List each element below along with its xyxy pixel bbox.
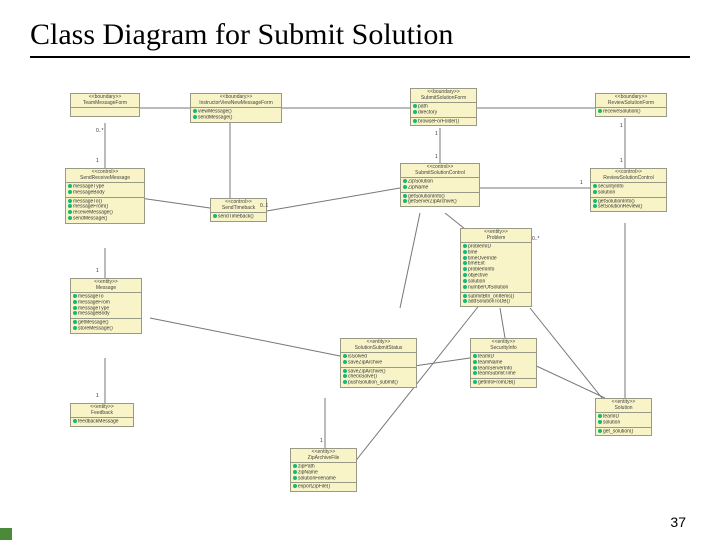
diagram-canvas: <<boundary>>TeamMessageForm <<boundary>>… [30, 68, 690, 508]
class-review-solution-control: <<control>>ReviewSolutionControl securit… [590, 168, 667, 212]
class-send-receive-message: <<control>>SendReceiveMessage messageTyp… [65, 168, 145, 224]
mult-label: 1 [320, 438, 323, 444]
mult-label: 0..* [532, 236, 540, 242]
class-team-message-form: <<boundary>>TeamMessageForm [70, 93, 140, 117]
class-submit-solution-form: <<boundary>>SubmitSolutionForm pathdirec… [410, 88, 477, 126]
class-review-solution-form: <<boundary>>ReviewSolutionForm receiveSo… [595, 93, 667, 117]
class-zip-archive-file: <<entity>>ZipArchiveFile zipPathzipNames… [290, 448, 357, 492]
class-feedback: <<entity>>Feedback feedbackMessage [70, 403, 134, 427]
class-submit-solution-control: <<control>>SubmitSolutionControl ZipSolu… [400, 163, 480, 207]
class-problem: <<entity>>Problem problemID time timeOve… [460, 228, 532, 307]
class-send-timeback: <<control>>SendTimeback sendTimeback() [210, 198, 267, 222]
mult-label: 1 [620, 123, 623, 129]
class-solution-submit-status: <<entity>>SolutionSubmitStatus isSolveds… [340, 338, 417, 388]
corner-decoration [0, 528, 12, 540]
mult-label: 1 [96, 158, 99, 164]
class-message: <<entity>>Message messageTo messageFrom … [70, 278, 142, 334]
class-instructor-view-message-form: <<boundary>>InstructorViewNewMessageForm… [190, 93, 282, 123]
page-title: Class Diagram for Submit Solution [0, 0, 720, 56]
mult-label: 1 [96, 268, 99, 274]
mult-label: 1 [620, 158, 623, 164]
mult-label: 1 [435, 131, 438, 137]
mult-label: 1 [96, 393, 99, 399]
title-underline [30, 56, 690, 58]
page-number: 37 [670, 514, 686, 530]
mult-label: 0..* [96, 128, 104, 134]
mult-label: 1 [580, 180, 583, 186]
class-security-info: <<entity>>SecurityInfo teamID teamName t… [470, 338, 537, 388]
mult-label: 0..1 [260, 203, 268, 209]
class-solution: <<entity>>Solution teamIDsolution get_so… [595, 398, 652, 436]
mult-label: 1 [435, 154, 438, 160]
